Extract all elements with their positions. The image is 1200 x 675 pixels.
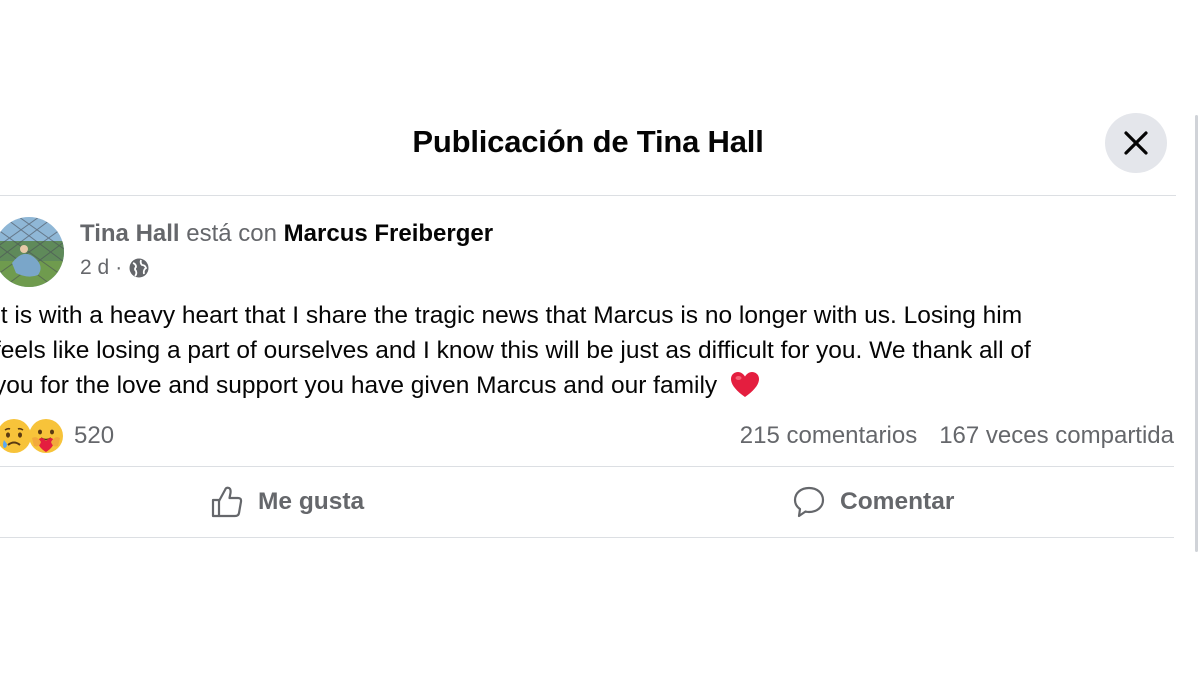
post-text-line: It is with a heavy heart that I share th…	[0, 302, 1023, 329]
stats-right: 215 comentarios 167 veces compartida	[740, 422, 1174, 450]
thumbs-up-icon	[211, 486, 243, 518]
post-text-line: you for the love and support you have gi…	[0, 372, 718, 399]
close-icon	[1124, 131, 1148, 155]
post-text-line: feels like losing a part of ourselves an…	[0, 337, 1031, 364]
post-text: It is with a heavy heart that I share th…	[0, 298, 1154, 403]
reactions-count[interactable]: 520	[74, 422, 114, 450]
dialog-header: Publicación de Tina Hall	[0, 95, 1176, 196]
comment-button[interactable]: Comentar	[792, 467, 954, 537]
author-name[interactable]: Tina Hall	[80, 220, 180, 247]
globe-icon[interactable]	[128, 257, 150, 279]
like-label: Me gusta	[258, 488, 365, 515]
meta-separator: ·	[115, 256, 123, 279]
post-meta: 2 d ·	[80, 256, 150, 280]
with-text: está con	[186, 220, 277, 247]
post-author-line: Tina Hall está con Marcus Freiberger	[80, 219, 493, 249]
care-emoji	[29, 419, 63, 453]
action-bar: Me gusta Comentar	[0, 466, 1174, 538]
shares-count[interactable]: 167 veces compartida	[939, 422, 1174, 449]
scrollbar[interactable]	[1195, 115, 1198, 552]
tagged-person[interactable]: Marcus Freiberger	[284, 220, 493, 247]
comment-icon	[793, 486, 825, 518]
post-time[interactable]: 2 d	[80, 256, 109, 280]
avatar[interactable]	[0, 217, 64, 287]
post-stats: 520 215 comentarios 167 veces compartida	[0, 418, 1176, 456]
dialog-title: Publicación de Tina Hall	[412, 124, 764, 159]
close-button[interactable]	[1105, 113, 1167, 173]
comments-preview-edge	[0, 548, 120, 554]
heart-emoji	[730, 372, 759, 397]
reactions[interactable]: 520	[0, 418, 114, 454]
post-dialog: Publicación de Tina Hall Tina Hall está …	[0, 0, 1200, 675]
comments-count[interactable]: 215 comentarios	[740, 422, 917, 449]
comment-label: Comentar	[840, 488, 955, 515]
post-text-line-last: you for the love and support you have gi…	[0, 368, 1154, 403]
like-button[interactable]: Me gusta	[210, 467, 364, 537]
